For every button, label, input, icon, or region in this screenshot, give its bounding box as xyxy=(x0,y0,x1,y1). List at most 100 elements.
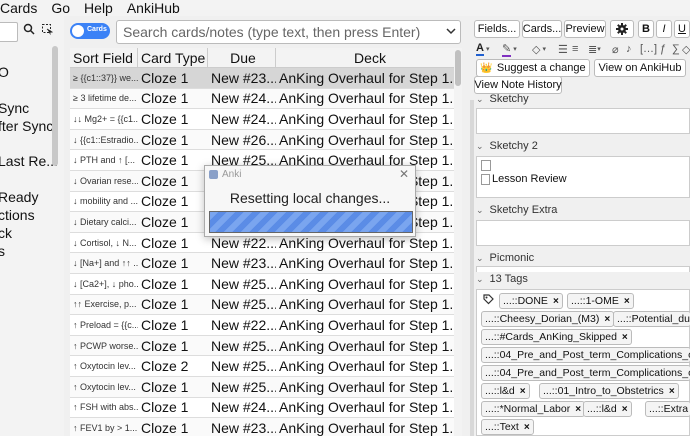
anki-app-icon xyxy=(209,169,218,179)
tag-chip[interactable]: ...::l&d × xyxy=(583,401,632,417)
tag-chip[interactable]: ...::Potential_dup xyxy=(613,311,690,327)
table-header: Sort Field ▾ Card Type Due Deck xyxy=(70,48,462,68)
microphone-icon[interactable]: ♪ xyxy=(626,42,632,56)
sidebar-item-s[interactable]: s xyxy=(0,243,5,259)
sidebar-item-0[interactable]: O xyxy=(0,64,9,80)
tag-chip[interactable]: ...::1-OME × xyxy=(567,293,634,309)
ordered-list-icon[interactable]: ≡ xyxy=(572,42,578,56)
unordered-list-icon[interactable]: ☰ xyxy=(558,42,568,56)
preview-button[interactable]: Preview xyxy=(564,20,606,38)
sidebar-item-actions[interactable]: ctions xyxy=(0,207,35,223)
table-row[interactable]: ↓ [Na+] and ↑↑ ... Cloze 1 New #23... AnKin… xyxy=(70,253,462,274)
sidebar-search-input[interactable] xyxy=(0,22,18,42)
select-icon[interactable] xyxy=(40,22,54,36)
cell-sort-field: ↑ FEV1 by > 1... xyxy=(73,422,138,433)
close-icon: × xyxy=(668,385,675,397)
editor-scrollbar[interactable] xyxy=(470,100,474,436)
italic-button[interactable]: I xyxy=(656,20,672,38)
tag-chip[interactable]: ...::DONE × xyxy=(499,293,563,309)
table-row[interactable]: ≥ {{c1::37}} we... Cloze 1 New #23... AnKin… xyxy=(70,68,462,89)
chevron-down-icon: ⌄ xyxy=(476,141,484,151)
menu-go[interactable]: Go xyxy=(51,0,70,16)
cell-sort-field: ↓↓ Mg2+ = {{c1... xyxy=(73,113,138,124)
search-input[interactable]: Search cards/notes (type text, then pres… xyxy=(116,20,461,44)
cell-card-type: Cloze 1 xyxy=(141,378,189,395)
table-row[interactable]: ↓↓ Mg2+ = {{c1... Cloze 1 New #24... AnKing… xyxy=(70,109,462,130)
tag-editor[interactable]: ...::DONE × ...::1-OME × ...::Cheesy_Doria… xyxy=(476,289,690,436)
sidebar-item-ready[interactable]: Ready xyxy=(0,189,38,205)
text-color-icon[interactable]: A ▾ xyxy=(476,42,489,56)
field-sketchy[interactable] xyxy=(476,108,690,134)
table-row[interactable]: ≥ 3 lifetime de... Cloze 1 New #24... AnKin… xyxy=(70,88,462,110)
column-header-deck[interactable]: Deck xyxy=(276,48,462,67)
table-row[interactable]: ↑ Preload = {{c... Cloze 1 New #22... AnKin… xyxy=(70,315,462,336)
table-row[interactable]: ↑ Oxytocin lev... Cloze 1 New #25... AnKing… xyxy=(70,376,462,398)
close-icon: × xyxy=(552,295,559,307)
cell-deck: AnKing Overhaul for Step 1... xyxy=(279,296,462,313)
tag-chip[interactable]: ...::01_Intro_to_Obstetrics × xyxy=(539,383,679,399)
bold-button[interactable]: B xyxy=(638,20,654,38)
cell-card-type: Cloze 1 xyxy=(141,172,189,189)
table-row[interactable]: ↓ {{c1::Estradio... Cloze 1 New #26... AnKi… xyxy=(70,129,462,151)
field-header-picmonic[interactable]: ⌄ Picmonic xyxy=(476,252,534,264)
field-sketchy-extra[interactable] xyxy=(476,220,690,246)
attachment-icon[interactable]: ⌀ xyxy=(612,42,619,56)
sidebar-item-last-review[interactable]: Last Re... xyxy=(0,153,58,169)
function-icon[interactable]: ƒ xyxy=(660,42,666,56)
tag-chip[interactable]: ...::*Normal_Labor × xyxy=(481,401,586,417)
sidebar-item-ck[interactable]: ck xyxy=(0,225,12,241)
tag-chip[interactable]: ...::Cheesy_Dorian_(M3) × xyxy=(481,311,615,327)
column-header-card-type[interactable]: Card Type xyxy=(138,48,208,67)
close-icon[interactable]: ✕ xyxy=(399,167,409,181)
tag-chip[interactable]: ...::l&d × xyxy=(481,383,530,399)
chevron-down-icon[interactable] xyxy=(446,26,456,38)
html-editor-icon[interactable]: ◇ xyxy=(682,42,690,56)
table-row[interactable]: ↑↑ Exercise, p... Cloze 1 New #25... AnKing… xyxy=(70,294,462,316)
suggest-change-button[interactable]: 👑 Suggest a change xyxy=(476,59,590,77)
table-row[interactable]: ↑ Oxytocin lev... Cloze 2 New #25... AnKing… xyxy=(70,356,462,377)
mathjax-icon[interactable]: ∑ xyxy=(672,42,680,56)
field-header-sketchy-extra[interactable]: ⌄ Sketchy Extra xyxy=(476,204,557,216)
table-row[interactable]: ↓ [Ca2+], ↓ pho... Cloze 1 New #25... AnKin… xyxy=(70,274,462,295)
sidebar-item-after-sync[interactable]: fter Sync xyxy=(0,118,53,134)
fields-button[interactable]: Fields... xyxy=(474,20,520,38)
cloze-icon[interactable]: […] xyxy=(640,42,657,56)
column-header-sort-field[interactable]: Sort Field ▾ xyxy=(70,48,138,67)
field-picmonic[interactable] xyxy=(476,266,690,272)
column-header-due[interactable]: Due xyxy=(208,48,276,67)
sidebar-scrollbar[interactable] xyxy=(52,46,58,166)
highlight-color-icon[interactable]: ✎ ▾ xyxy=(502,42,517,57)
cards-button[interactable]: Cards... xyxy=(522,20,562,38)
table-row[interactable]: ↑ PCWP worse... Cloze 1 New #25... AnKing O… xyxy=(70,335,462,357)
menu-cards[interactable]: Cards xyxy=(0,0,37,16)
gear-icon[interactable] xyxy=(610,20,634,38)
sidebar-item-sync[interactable]: Sync xyxy=(0,100,29,116)
dialog-message: Resetting local changes... xyxy=(229,190,391,206)
cell-deck: AnKing Overhaul for Step 1... xyxy=(279,358,462,375)
cell-sort-field: ↓ {{c1::Estradio... xyxy=(73,134,138,145)
tag-chip[interactable]: ...::04_Pre_and_Post_term_Complications_… xyxy=(481,365,690,381)
cards-notes-toggle[interactable]: Cards xyxy=(70,23,110,39)
table-scrollbar[interactable] xyxy=(454,48,462,436)
underline-button[interactable]: U xyxy=(674,20,690,38)
align-icon[interactable]: ≣ ▾ xyxy=(588,42,601,56)
table-row[interactable]: ↑ FEV1 by > 1... Cloze 1 New #23... AnKing … xyxy=(70,418,462,436)
view-on-ankihub-button[interactable]: View on AnkiHub xyxy=(594,59,686,77)
tag-chip[interactable]: ...::#Cards_AnKing_Skipped × xyxy=(481,329,632,345)
scrollbar-thumb[interactable] xyxy=(455,50,461,86)
view-note-history-button[interactable]: View Note History xyxy=(474,76,562,94)
tags-header[interactable]: ⌄ 13 Tags xyxy=(476,273,528,285)
eraser-icon[interactable]: ◇ ▾ xyxy=(532,42,546,56)
tag-chip[interactable]: ...::Extra xyxy=(645,401,690,417)
search-icon[interactable] xyxy=(22,22,36,36)
menu-help[interactable]: Help xyxy=(84,0,113,16)
tag-chip[interactable]: ...::Text × xyxy=(481,419,534,435)
cell-sort-field: ↓ mobility and ... xyxy=(73,196,138,207)
field-sketchy-2[interactable]: Lesson Review xyxy=(476,156,690,198)
menu-ankihub[interactable]: AnkiHub xyxy=(127,0,180,16)
field-header-sketchy[interactable]: ⌄ Sketchy xyxy=(476,93,529,105)
table-row[interactable]: ↑ FSH with abs... Cloze 1 New #24... AnKing… xyxy=(70,398,462,419)
field-header-sketchy-2[interactable]: ⌄ Sketchy 2 xyxy=(476,140,538,152)
cell-card-type: Cloze 1 xyxy=(141,399,189,416)
tag-chip[interactable]: ...::04_Pre_and_Post_term_Complications_… xyxy=(481,347,690,363)
